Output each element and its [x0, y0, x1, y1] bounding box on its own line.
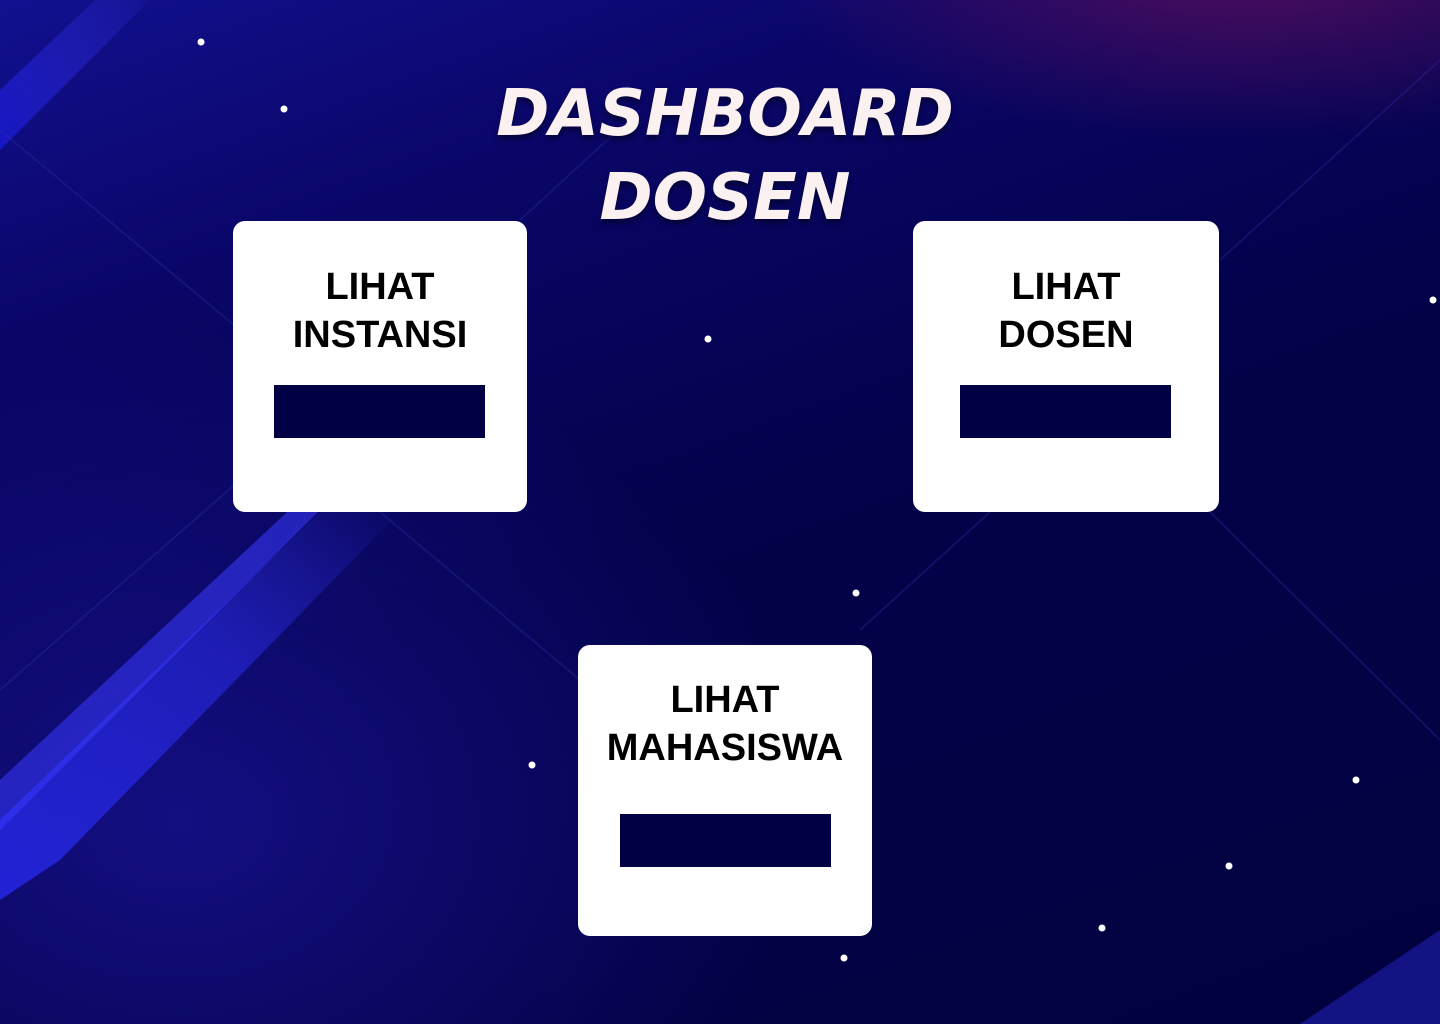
card-lihat-dosen: LIHAT DOSEN [913, 221, 1219, 512]
card-label-line1: LIHAT [1011, 266, 1121, 308]
lihat-dosen-button[interactable] [960, 385, 1171, 438]
card-label: LIHAT INSTANSI [233, 263, 527, 359]
card-label-line2: MAHASISWA [606, 727, 844, 769]
card-lihat-instansi: LIHAT INSTANSI [233, 221, 527, 512]
card-label-line1: LIHAT [325, 266, 435, 308]
lihat-mahasiswa-button[interactable] [620, 814, 831, 867]
card-label-line2: INSTANSI [292, 314, 468, 356]
page-title-line1: DASHBOARD [496, 77, 954, 151]
card-label-line2: DOSEN [998, 314, 1134, 356]
card-label: LIHAT DOSEN [913, 263, 1219, 359]
lihat-instansi-button[interactable] [274, 385, 485, 438]
card-label-line1: LIHAT [670, 679, 780, 721]
card-label: LIHAT MAHASISWA [578, 676, 872, 772]
page-title: DASHBOARD DOSEN [420, 72, 1030, 240]
card-lihat-mahasiswa: LIHAT MAHASISWA [578, 645, 872, 936]
